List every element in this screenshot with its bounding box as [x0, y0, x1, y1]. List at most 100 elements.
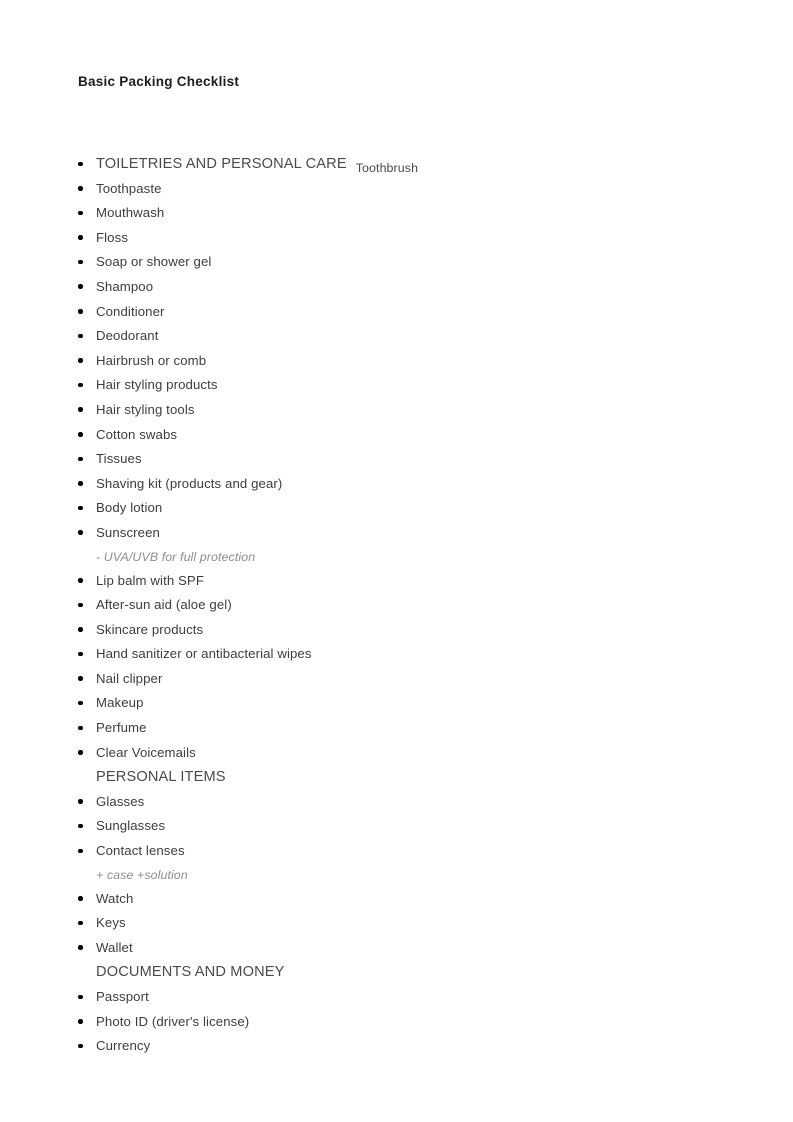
checklist-item-label: Glasses	[96, 793, 145, 809]
checklist-item[interactable]: Passport	[78, 985, 738, 1010]
checklist-item-label: Skincare products	[96, 621, 204, 637]
checklist-item[interactable]: Mouthwash	[78, 201, 738, 226]
checklist-item[interactable]: Keys	[78, 911, 738, 936]
bullet-icon	[78, 725, 83, 731]
bullet-icon	[78, 700, 83, 706]
checklist-item-label: Wallet	[96, 939, 133, 955]
bullet-icon	[78, 1043, 83, 1049]
bullet-icon	[78, 945, 83, 950]
checklist-item-label: Hair styling products	[96, 377, 218, 393]
bullet-icon	[78, 456, 83, 462]
checklist-item[interactable]: Sunscreen	[78, 521, 738, 546]
checklist-item-label: Lip balm with SPF	[96, 572, 204, 588]
bullet-icon	[78, 578, 83, 583]
checklist-item[interactable]: Hairbrush or comb	[78, 349, 738, 374]
checklist-item-label: Watch	[96, 890, 134, 906]
checklist-item-label: Photo ID (driver's license)	[96, 1013, 250, 1029]
bullet-icon	[78, 333, 83, 339]
checklist-item-label: Contact lenses	[96, 843, 185, 859]
bullet-icon	[78, 382, 83, 388]
checklist-item[interactable]: Soap or shower gel	[78, 250, 738, 275]
checklist-item-label: Cotton swabs	[96, 426, 178, 442]
bullet-icon	[78, 799, 83, 804]
checklist-item[interactable]: Makeup	[78, 691, 738, 716]
bullet-icon	[78, 259, 83, 265]
checklist-item[interactable]: Hand sanitizer or antibacterial wipes	[78, 642, 738, 667]
checklist-item[interactable]: Hair styling products	[78, 373, 738, 398]
checklist-item[interactable]: Contact lenses	[78, 839, 738, 864]
checklist-item-label: Tissues	[96, 451, 142, 467]
bullet-icon	[78, 676, 83, 681]
checklist-item[interactable]: Skincare products	[78, 618, 738, 643]
bullet-icon	[78, 823, 83, 829]
bullet-icon	[78, 284, 83, 289]
checklist-item[interactable]: Body lotion	[78, 496, 738, 521]
checklist-item-label: Hand sanitizer or antibacterial wipes	[96, 646, 312, 662]
checklist-item[interactable]: After-sun aid (aloe gel)	[78, 593, 738, 618]
bullet-icon	[78, 481, 83, 486]
checklist-item-label: Toothbrush	[355, 161, 419, 175]
checklist-subnote: - UVA/UVB for full protection	[78, 546, 738, 569]
checklist-section-header: DOCUMENTS AND MONEY	[78, 960, 738, 985]
bullet-icon	[78, 651, 83, 657]
checklist-item-label: Body lotion	[96, 500, 163, 516]
checklist-item-label: Mouthwash	[96, 205, 165, 221]
checklist-item[interactable]: Toothpaste	[78, 177, 738, 202]
checklist-item[interactable]: Conditioner	[78, 300, 738, 325]
bullet-icon	[78, 186, 83, 191]
checklist-item[interactable]: Floss	[78, 226, 738, 251]
document-page: Basic Packing Checklist TOILETRIES AND P…	[0, 0, 793, 1122]
checklist-item[interactable]: Cotton swabs	[78, 423, 738, 448]
bullet-icon	[78, 432, 83, 437]
checklist-item-label: DOCUMENTS AND MONEY	[96, 964, 285, 981]
checklist-item[interactable]: Clear Voicemails	[78, 741, 738, 766]
checklist-item-label: TOILETRIES AND PERSONAL CARE Toothbrush	[96, 156, 419, 175]
page-title: Basic Packing Checklist	[78, 74, 240, 89]
checklist-item[interactable]: Glasses	[78, 790, 738, 815]
checklist-item[interactable]: Shaving kit (products and gear)	[78, 472, 738, 497]
bullet-icon	[78, 750, 83, 755]
checklist-item-label: Passport	[96, 989, 149, 1004]
checklist-item[interactable]: Sunglasses	[78, 814, 738, 839]
checklist-item-label: Shaving kit (products and gear)	[96, 475, 283, 491]
checklist-item-label: Toothpaste	[96, 180, 162, 196]
bullet-icon	[78, 235, 83, 240]
checklist-item[interactable]: Photo ID (driver's license)	[78, 1010, 738, 1035]
checklist-item-label: Clear Voicemails	[96, 744, 196, 760]
bullet-icon	[78, 896, 83, 901]
checklist-subnote: + case +solution	[78, 864, 738, 887]
checklist-section-header[interactable]: TOILETRIES AND PERSONAL CARE Toothbrush	[78, 152, 738, 177]
checklist-item[interactable]: Shampoo	[78, 275, 738, 300]
checklist-item-label: Currency	[96, 1038, 151, 1054]
bullet-icon	[78, 161, 83, 166]
checklist-item-label: Conditioner	[96, 303, 165, 319]
bullet-icon	[78, 920, 83, 926]
checklist-item[interactable]: Deodorant	[78, 324, 738, 349]
checklist-item[interactable]: Wallet	[78, 936, 738, 961]
checklist-subnote-label: - UVA/UVB for full protection	[96, 549, 256, 564]
checklist-item[interactable]: Currency	[78, 1034, 738, 1059]
checklist-item-label: Sunscreen	[96, 524, 160, 540]
checklist-item[interactable]: Tissues	[78, 447, 738, 472]
checklist-item-label: Perfume	[96, 720, 147, 736]
checklist-item[interactable]: Nail clipper	[78, 667, 738, 692]
checklist-item-label: Nail clipper	[96, 670, 163, 686]
checklist-item-label: Shampoo	[96, 278, 154, 294]
checklist-item-label: Hair styling tools	[96, 401, 195, 417]
checklist-item-label: Sunglasses	[96, 818, 166, 834]
checklist-item-label: Makeup	[96, 695, 144, 711]
bullet-icon	[78, 627, 83, 632]
checklist-item-label: Floss	[96, 229, 129, 245]
checklist-item-label: After-sun aid (aloe gel)	[96, 597, 232, 613]
bullet-icon	[78, 848, 83, 854]
bullet-icon	[78, 309, 83, 314]
checklist-item[interactable]: Perfume	[78, 716, 738, 741]
packing-checklist: TOILETRIES AND PERSONAL CARE Toothbrush To…	[78, 152, 738, 1059]
checklist-item[interactable]: Lip balm with SPF	[78, 569, 738, 594]
bullet-icon	[78, 210, 83, 216]
checklist-section-header: PERSONAL ITEMS	[78, 765, 738, 790]
checklist-item[interactable]: Hair styling tools	[78, 398, 738, 423]
checklist-item-label: PERSONAL ITEMS	[96, 769, 226, 786]
checklist-item[interactable]: Watch	[78, 887, 738, 912]
checklist-item-label: Deodorant	[96, 328, 159, 344]
